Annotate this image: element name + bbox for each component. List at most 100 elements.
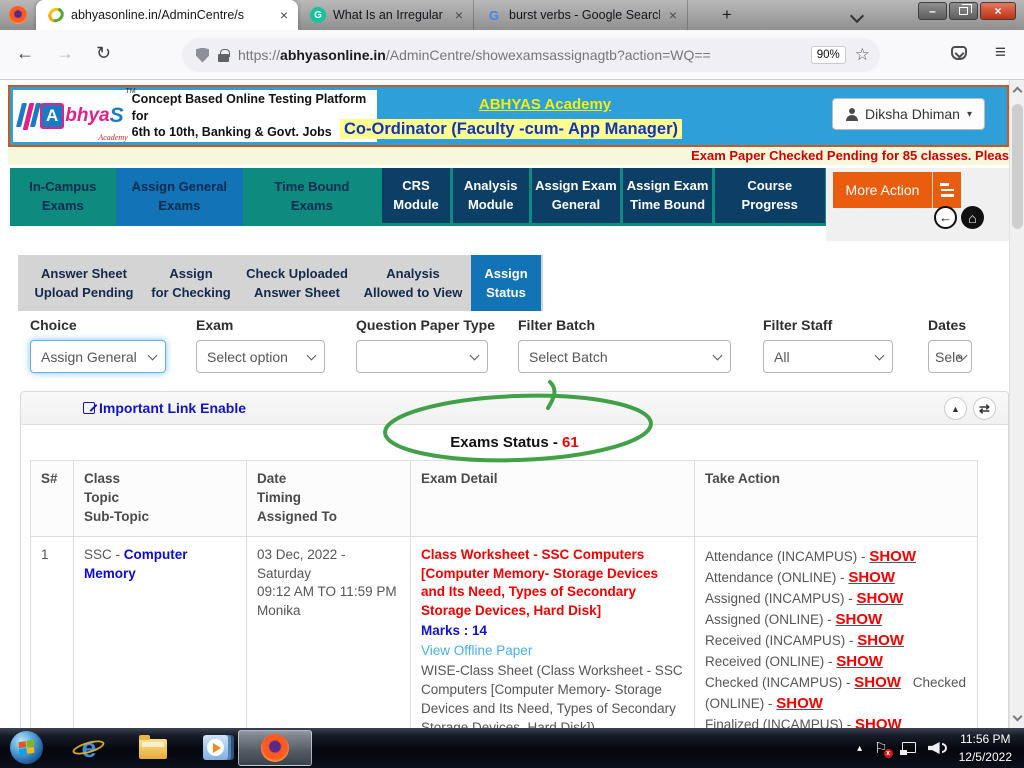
chevron-down-icon — [148, 351, 158, 361]
restore-button[interactable] — [949, 2, 978, 20]
address-bar[interactable]: https://abhyasonline.in/AdminCentre/show… — [182, 38, 880, 72]
brand-title[interactable]: ABHYAS Academy — [380, 96, 710, 113]
firefox-taskbar-button[interactable] — [238, 730, 312, 766]
tab-close-icon[interactable]: × — [278, 7, 290, 23]
filter-select[interactable] — [356, 340, 488, 373]
scrollbar-thumb[interactable] — [1012, 104, 1023, 229]
tab-title: abhyasonline.in/AdminCentre/s — [71, 8, 271, 22]
tab-strip: abhyasonline.in/AdminCentre/s × G What I… — [36, 0, 688, 30]
filter-label: Dates — [928, 317, 972, 333]
sub-tab[interactable]: Answer Sheet Upload Pending — [25, 255, 143, 311]
nav-tab[interactable]: Assign Exam General — [532, 168, 621, 223]
internet-explorer-icon[interactable]: e — [74, 733, 104, 763]
nav-tab[interactable]: Course Progress — [715, 168, 825, 223]
bookmark-star-icon[interactable]: ☆ — [855, 45, 870, 65]
close-button[interactable]: × — [980, 2, 1016, 20]
logo-tagline: Concept Based Online Testing Platform fo… — [132, 91, 371, 142]
list-all-tabs-icon[interactable] — [850, 9, 864, 23]
filter-select[interactable]: Select Batch — [518, 340, 731, 373]
show-link[interactable]: SHOW — [848, 569, 895, 586]
more-action-button[interactable]: More Action — [833, 172, 961, 208]
refresh-button[interactable]: ↻ — [96, 43, 111, 64]
tracking-shield-icon[interactable] — [196, 48, 209, 63]
nav-tab[interactable]: Time Bound Exams — [243, 168, 380, 226]
nav-tab[interactable]: In-Campus Exams — [10, 168, 116, 226]
action-item: Received (ONLINE) - SHOW — [705, 654, 883, 669]
browser-tab[interactable]: abhyasonline.in/AdminCentre/s × — [36, 0, 298, 30]
action-item: Checked (INCAMPUS) - SHOW — [705, 675, 901, 690]
nav-tab[interactable]: Assign Exam Time Bound — [623, 168, 712, 223]
volume-icon[interactable] — [928, 742, 947, 754]
sub-tab[interactable]: Assign Status — [471, 255, 541, 311]
col-header-class: Class Topic Sub-Topic — [74, 461, 247, 537]
action-center-flag-icon[interactable]: ⚐x — [874, 741, 887, 756]
file-explorer-icon[interactable] — [139, 739, 167, 759]
windows-taskbar: e ▴ ⚐x 11:56 PM 12/5/2022 — [0, 728, 1024, 768]
action-label: Finalized (INCAMPUS) - — [705, 717, 855, 728]
page-scrollbar[interactable] — [1009, 80, 1024, 728]
show-link[interactable]: SHOW — [857, 632, 904, 649]
show-link[interactable]: SHOW — [855, 716, 902, 728]
action-item: Attendance (INCAMPUS) - SHOW — [705, 549, 916, 564]
sub-tab[interactable]: Analysis Allowed to View — [355, 255, 471, 311]
select-value: Select option — [207, 349, 288, 365]
https-lock-icon[interactable] — [218, 54, 229, 62]
show-link[interactable]: SHOW — [836, 611, 883, 628]
show-link[interactable]: SHOW — [857, 590, 904, 607]
url-text[interactable]: https://abhyasonline.in/AdminCentre/show… — [238, 47, 802, 63]
browser-tab[interactable]: G What Is an Irregular Verb? Examp × — [298, 0, 474, 30]
swap-arrows-button[interactable]: ⇄ — [973, 397, 996, 420]
forward-button[interactable]: → — [56, 43, 74, 64]
browser-titlebar: abhyasonline.in/AdminCentre/s × G What I… — [0, 0, 1024, 30]
network-icon[interactable] — [900, 742, 916, 755]
firefox-icon — [261, 734, 289, 762]
user-menu-button[interactable]: Diksha Dhiman ▾ — [832, 98, 985, 130]
filter-select[interactable]: All — [763, 340, 893, 373]
browser-toolbar: ← → ↻ https://abhyasonline.in/AdminCentr… — [0, 30, 1024, 80]
alert-badge: x — [884, 749, 893, 758]
browser-tab[interactable]: G burst verbs - Google Search × — [474, 0, 688, 30]
nav-tab[interactable]: CRS Module — [382, 168, 450, 223]
media-player-icon[interactable] — [203, 735, 228, 760]
col-header-date: Date Timing Assigned To — [247, 461, 411, 537]
important-link-enable[interactable]: Important Link Enable — [83, 400, 246, 416]
action-label: Assigned (ONLINE) - — [705, 612, 836, 627]
tray-expand-icon[interactable]: ▴ — [857, 743, 862, 754]
show-link[interactable]: SHOW — [869, 548, 916, 565]
filter-select[interactable]: Sele — [928, 340, 972, 373]
sub-tab[interactable]: Assign for Checking — [143, 255, 239, 311]
cell-sn: 1 — [31, 536, 74, 728]
show-link[interactable]: SHOW — [836, 653, 883, 670]
zoom-level-badge[interactable]: 90% — [811, 46, 846, 64]
pocket-icon[interactable] — [951, 46, 967, 60]
home-button[interactable]: ⌂ — [961, 206, 984, 229]
taskbar-clock[interactable]: 11:56 PM 12/5/2022 — [959, 730, 1018, 766]
col-header-sn: S# — [31, 461, 74, 537]
filter-select[interactable]: Select option — [196, 340, 325, 373]
sub-tab[interactable]: Check Uploaded Answer Sheet — [239, 255, 355, 311]
collapse-button[interactable]: ▲ — [944, 397, 967, 420]
col-header-exam-detail: Exam Detail — [411, 461, 695, 537]
select-value: Select Batch — [529, 349, 608, 365]
tab-close-icon[interactable]: × — [453, 7, 465, 23]
nav-tab[interactable]: Assign General Exams — [116, 168, 244, 226]
filter-select[interactable]: Assign General — [30, 340, 166, 373]
action-item: Assigned (ONLINE) - SHOW — [705, 612, 882, 627]
scroll-up-icon[interactable] — [1013, 87, 1023, 97]
tab-close-icon[interactable]: × — [667, 7, 679, 23]
scroll-down-icon[interactable] — [1013, 712, 1023, 722]
view-offline-paper-link[interactable]: View Offline Paper — [421, 642, 684, 661]
filter-label: Choice — [30, 317, 166, 333]
start-button[interactable] — [10, 731, 43, 764]
menu-hamburger-icon[interactable]: ≡ — [995, 42, 1006, 64]
minimize-button[interactable]: – — [918, 2, 947, 20]
chevron-down-icon — [307, 351, 317, 361]
back-button[interactable]: ← — [16, 43, 34, 64]
new-tab-button[interactable]: + — [716, 4, 738, 26]
action-label: Received (ONLINE) - — [705, 654, 836, 669]
show-link[interactable]: SHOW — [776, 695, 823, 712]
nav-tab[interactable]: Analysis Module — [453, 168, 529, 223]
tab-favicon — [46, 5, 67, 25]
show-link[interactable]: SHOW — [854, 674, 901, 691]
page-back-button[interactable]: ← — [934, 206, 957, 229]
